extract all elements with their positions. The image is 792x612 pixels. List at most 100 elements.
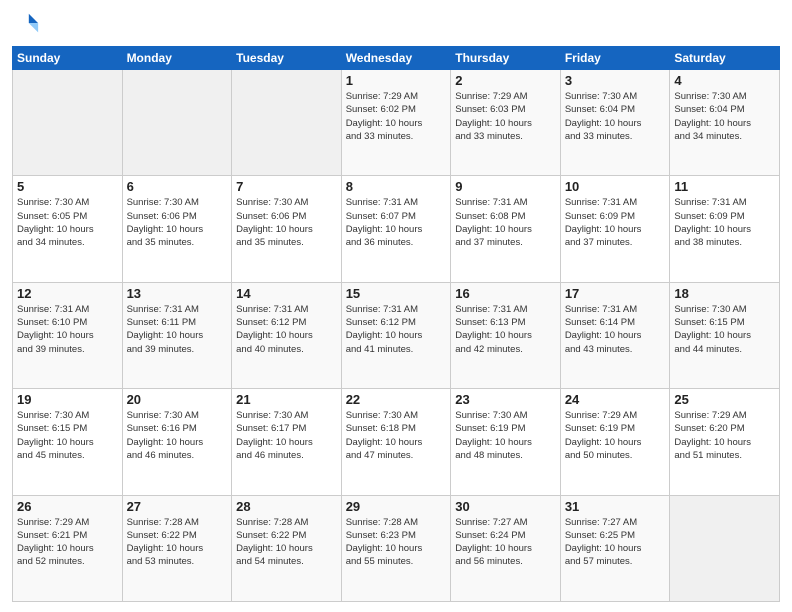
day-info: Sunrise: 7:30 AM Sunset: 6:18 PM Dayligh… [346, 409, 447, 462]
day-info: Sunrise: 7:31 AM Sunset: 6:08 PM Dayligh… [455, 196, 556, 249]
day-cell: 26 Sunrise: 7:29 AM Sunset: 6:21 PM Dayli… [13, 495, 123, 601]
day-cell: 9 Sunrise: 7:31 AM Sunset: 6:08 PM Daylig… [451, 176, 561, 282]
day-cell: 29Sunrise: 7:28 AM Sunset: 6:23 PM Dayli… [341, 495, 451, 601]
day-cell [13, 70, 123, 176]
day-number: 19 [17, 392, 118, 407]
day-number: 18 [674, 286, 775, 301]
day-info: Sunrise: 7:29 AM Sunset: 6:20 PM Dayligh… [674, 409, 775, 462]
week-row-1: 1Sunrise: 7:29 AM Sunset: 6:02 PM Daylig… [13, 70, 780, 176]
day-number: 21 [236, 392, 337, 407]
day-info: Sunrise: 7:28 AM Sunset: 6:23 PM Dayligh… [346, 516, 447, 569]
day-info: Sunrise: 7:31 AM Sunset: 6:14 PM Dayligh… [565, 303, 666, 356]
day-number: 26 [17, 499, 118, 514]
day-number: 8 [346, 179, 447, 194]
day-number: 9 [455, 179, 556, 194]
day-info: Sunrise: 7:31 AM Sunset: 6:12 PM Dayligh… [346, 303, 447, 356]
day-header-wednesday: Wednesday [341, 47, 451, 70]
day-number: 20 [127, 392, 228, 407]
day-header-sunday: Sunday [13, 47, 123, 70]
day-cell: 12Sunrise: 7:31 AM Sunset: 6:10 PM Dayli… [13, 282, 123, 388]
day-info: Sunrise: 7:29 AM Sunset: 6:03 PM Dayligh… [455, 90, 556, 143]
day-cell: 8 Sunrise: 7:31 AM Sunset: 6:07 PM Daylig… [341, 176, 451, 282]
day-cell: 13Sunrise: 7:31 AM Sunset: 6:11 PM Dayli… [122, 282, 232, 388]
day-cell: 14 Sunrise: 7:31 AM Sunset: 6:12 PM Dayli… [232, 282, 342, 388]
day-number: 17 [565, 286, 666, 301]
day-info: Sunrise: 7:30 AM Sunset: 6:19 PM Dayligh… [455, 409, 556, 462]
day-number: 2 [455, 73, 556, 88]
calendar-header-row: SundayMondayTuesdayWednesdayThursdayFrid… [13, 47, 780, 70]
week-row-5: 26 Sunrise: 7:29 AM Sunset: 6:21 PM Dayli… [13, 495, 780, 601]
day-cell: 25 Sunrise: 7:29 AM Sunset: 6:20 PM Dayli… [670, 389, 780, 495]
day-header-monday: Monday [122, 47, 232, 70]
day-cell: 30 Sunrise: 7:27 AM Sunset: 6:24 PM Dayli… [451, 495, 561, 601]
day-cell: 5 Sunrise: 7:30 AM Sunset: 6:05 PM Daylig… [13, 176, 123, 282]
day-info: Sunrise: 7:29 AM Sunset: 6:21 PM Dayligh… [17, 516, 118, 569]
day-cell: 2 Sunrise: 7:29 AM Sunset: 6:03 PM Daylig… [451, 70, 561, 176]
day-cell: 20 Sunrise: 7:30 AM Sunset: 6:16 PM Dayli… [122, 389, 232, 495]
day-number: 23 [455, 392, 556, 407]
day-number: 7 [236, 179, 337, 194]
day-header-saturday: Saturday [670, 47, 780, 70]
day-cell: 16 Sunrise: 7:31 AM Sunset: 6:13 PM Dayli… [451, 282, 561, 388]
day-cell: 1Sunrise: 7:29 AM Sunset: 6:02 PM Daylig… [341, 70, 451, 176]
day-info: Sunrise: 7:31 AM Sunset: 6:10 PM Dayligh… [17, 303, 118, 356]
day-cell: 6Sunrise: 7:30 AM Sunset: 6:06 PM Daylig… [122, 176, 232, 282]
day-number: 3 [565, 73, 666, 88]
day-cell [670, 495, 780, 601]
day-cell: 27Sunrise: 7:28 AM Sunset: 6:22 PM Dayli… [122, 495, 232, 601]
day-info: Sunrise: 7:29 AM Sunset: 6:19 PM Dayligh… [565, 409, 666, 462]
day-number: 10 [565, 179, 666, 194]
day-number: 16 [455, 286, 556, 301]
day-cell: 15 Sunrise: 7:31 AM Sunset: 6:12 PM Dayli… [341, 282, 451, 388]
day-info: Sunrise: 7:31 AM Sunset: 6:11 PM Dayligh… [127, 303, 228, 356]
day-info: Sunrise: 7:30 AM Sunset: 6:15 PM Dayligh… [17, 409, 118, 462]
day-info: Sunrise: 7:27 AM Sunset: 6:24 PM Dayligh… [455, 516, 556, 569]
day-info: Sunrise: 7:31 AM Sunset: 6:12 PM Dayligh… [236, 303, 337, 356]
week-row-2: 5 Sunrise: 7:30 AM Sunset: 6:05 PM Daylig… [13, 176, 780, 282]
day-number: 15 [346, 286, 447, 301]
day-cell: 21 Sunrise: 7:30 AM Sunset: 6:17 PM Dayli… [232, 389, 342, 495]
day-info: Sunrise: 7:30 AM Sunset: 6:17 PM Dayligh… [236, 409, 337, 462]
page-container: SundayMondayTuesdayWednesdayThursdayFrid… [0, 0, 792, 612]
week-row-3: 12Sunrise: 7:31 AM Sunset: 6:10 PM Dayli… [13, 282, 780, 388]
day-cell: 10 Sunrise: 7:31 AM Sunset: 6:09 PM Dayli… [560, 176, 670, 282]
week-row-4: 19 Sunrise: 7:30 AM Sunset: 6:15 PM Dayli… [13, 389, 780, 495]
header [12, 10, 780, 38]
day-number: 11 [674, 179, 775, 194]
day-number: 27 [127, 499, 228, 514]
day-cell: 7 Sunrise: 7:30 AM Sunset: 6:06 PM Daylig… [232, 176, 342, 282]
day-info: Sunrise: 7:31 AM Sunset: 6:13 PM Dayligh… [455, 303, 556, 356]
day-cell: 23 Sunrise: 7:30 AM Sunset: 6:19 PM Dayli… [451, 389, 561, 495]
day-info: Sunrise: 7:31 AM Sunset: 6:09 PM Dayligh… [674, 196, 775, 249]
day-cell: 11 Sunrise: 7:31 AM Sunset: 6:09 PM Dayli… [670, 176, 780, 282]
day-info: Sunrise: 7:30 AM Sunset: 6:16 PM Dayligh… [127, 409, 228, 462]
day-number: 14 [236, 286, 337, 301]
day-cell: 22 Sunrise: 7:30 AM Sunset: 6:18 PM Dayli… [341, 389, 451, 495]
day-cell: 17 Sunrise: 7:31 AM Sunset: 6:14 PM Dayli… [560, 282, 670, 388]
day-number: 1 [346, 73, 447, 88]
day-cell: 18 Sunrise: 7:30 AM Sunset: 6:15 PM Dayli… [670, 282, 780, 388]
logo [12, 10, 44, 38]
day-number: 22 [346, 392, 447, 407]
day-number: 28 [236, 499, 337, 514]
day-info: Sunrise: 7:30 AM Sunset: 6:06 PM Dayligh… [236, 196, 337, 249]
day-number: 30 [455, 499, 556, 514]
day-info: Sunrise: 7:30 AM Sunset: 6:05 PM Dayligh… [17, 196, 118, 249]
day-number: 31 [565, 499, 666, 514]
day-cell: 19 Sunrise: 7:30 AM Sunset: 6:15 PM Dayli… [13, 389, 123, 495]
day-cell: 28Sunrise: 7:28 AM Sunset: 6:22 PM Dayli… [232, 495, 342, 601]
day-number: 4 [674, 73, 775, 88]
day-info: Sunrise: 7:31 AM Sunset: 6:09 PM Dayligh… [565, 196, 666, 249]
logo-icon [12, 10, 40, 38]
day-info: Sunrise: 7:27 AM Sunset: 6:25 PM Dayligh… [565, 516, 666, 569]
day-info: Sunrise: 7:30 AM Sunset: 6:15 PM Dayligh… [674, 303, 775, 356]
day-cell: 31 Sunrise: 7:27 AM Sunset: 6:25 PM Dayli… [560, 495, 670, 601]
calendar-table: SundayMondayTuesdayWednesdayThursdayFrid… [12, 46, 780, 602]
day-info: Sunrise: 7:30 AM Sunset: 6:04 PM Dayligh… [674, 90, 775, 143]
day-info: Sunrise: 7:31 AM Sunset: 6:07 PM Dayligh… [346, 196, 447, 249]
day-number: 5 [17, 179, 118, 194]
day-info: Sunrise: 7:30 AM Sunset: 6:04 PM Dayligh… [565, 90, 666, 143]
day-number: 25 [674, 392, 775, 407]
day-header-thursday: Thursday [451, 47, 561, 70]
day-cell: 24Sunrise: 7:29 AM Sunset: 6:19 PM Dayli… [560, 389, 670, 495]
